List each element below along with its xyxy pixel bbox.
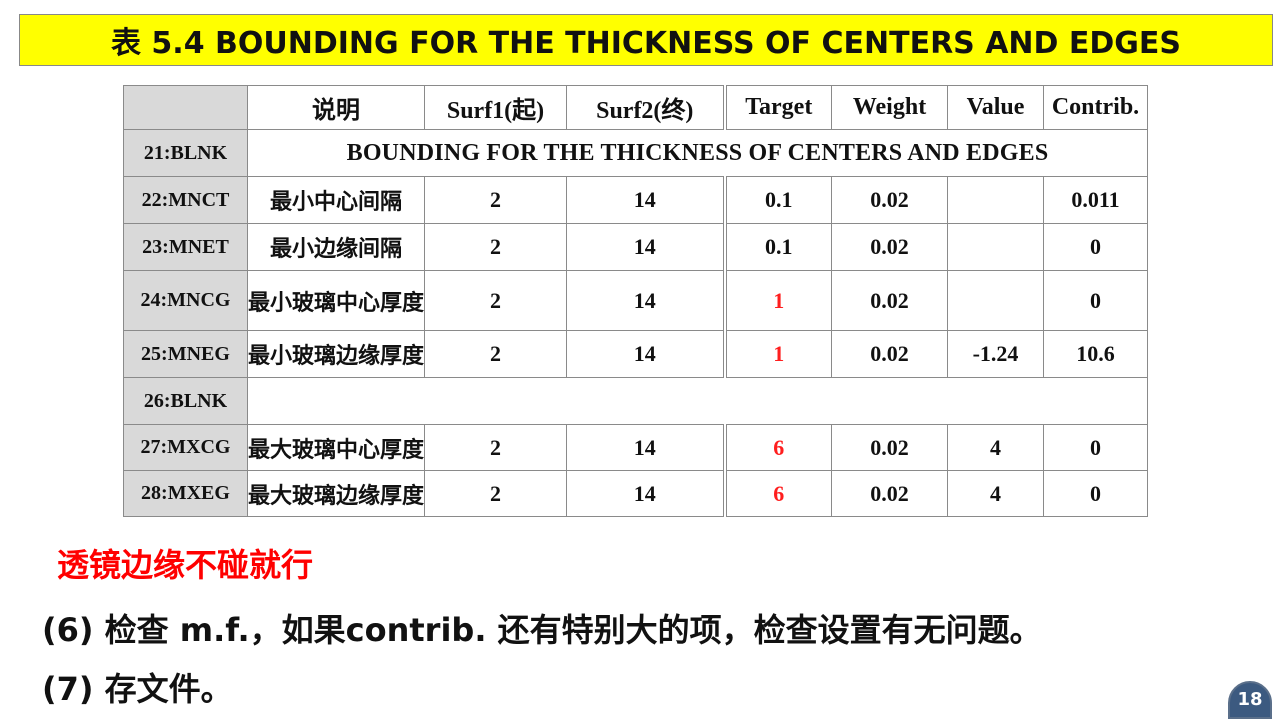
row-id: 25:MNEG [123,330,248,378]
header-target: Target [722,85,833,130]
row-value: 4 [947,424,1045,471]
header-weight: Weight [831,85,949,130]
row-surf1: 2 [424,223,568,271]
table-row: 28:MXEG 最大玻璃边缘厚度 2 14 6 0.02 4 0 [123,470,1149,517]
step-6-text: (6) 检查 m.f.，如果contrib. 还有特别大的项，检查设置有无问题。 [42,611,1042,649]
slide-title-text: 表 5.4 BOUNDING FOR THE THICKNESS OF CENT… [110,26,1182,61]
row-surf1: 2 [424,270,568,331]
row-contrib: 0 [1043,470,1149,517]
step-7-text: (7) 存文件。 [42,670,233,708]
row-id: 26:BLNK [123,377,248,425]
row-value [947,270,1045,331]
row-contrib: 0 [1043,223,1149,271]
page-number-badge: 18 [1228,681,1272,719]
row-surf2: 14 [566,470,726,517]
row-value: 4 [947,470,1045,517]
row-id: 28:MXEG [123,470,248,517]
header-contrib: Contrib. [1043,85,1149,130]
row-surf2: 14 [566,176,726,224]
row-desc: 最小玻璃边缘厚度 [246,330,426,378]
row-surf1: 2 [424,424,568,471]
row-weight: 0.02 [831,330,949,378]
header-value: Value [947,85,1045,130]
row-id: 21:BLNK [123,129,248,177]
row-desc: 最小中心间隔 [246,176,426,224]
row26-empty [246,377,1149,425]
row-value [947,223,1045,271]
red-note: 透镜边缘不碰就行 [57,546,314,584]
row-target: 0.1 [722,176,833,224]
row-surf2: 14 [566,330,726,378]
row-target-highlight: 1 [722,330,833,378]
row-value [947,176,1045,224]
row-desc: 最大玻璃中心厚度 [246,424,426,471]
row-surf1: 2 [424,470,568,517]
header-surf1: Surf1(起) [424,85,568,130]
table-row: 26:BLNK [123,377,1149,425]
row-id: 24:MNCG [123,270,248,331]
header-surf2: Surf2(终) [566,85,726,130]
row-weight: 0.02 [831,470,949,517]
slide-title: 表 5.4 BOUNDING FOR THE THICKNESS OF CENT… [19,14,1273,66]
table-row: 24:MNCG 最小玻璃中心厚度 2 14 1 0.02 0 [123,270,1149,331]
row-contrib: 0 [1043,270,1149,331]
header-desc: 说明 [246,85,426,130]
row-id: 27:MXCG [123,424,248,471]
bounding-table: 说明 Surf1(起) Surf2(终) Target Weight Value… [123,85,1149,517]
table-row: 25:MNEG 最小玻璃边缘厚度 2 14 1 0.02 -1.24 10.6 [123,330,1149,378]
header-corner [123,85,248,130]
row-desc: 最大玻璃边缘厚度 [246,470,426,517]
row-target-highlight: 6 [722,424,833,471]
row-weight: 0.02 [831,223,949,271]
row21-text: BOUNDING FOR THE THICKNESS OF CENTERS AN… [246,129,1149,177]
row-surf2: 14 [566,270,726,331]
table-row: 21:BLNK BOUNDING FOR THE THICKNESS OF CE… [123,129,1149,177]
row-surf1: 2 [424,176,568,224]
table-row: 23:MNET 最小边缘间隔 2 14 0.1 0.02 0 [123,223,1149,271]
page-number: 18 [1237,689,1263,710]
row-surf2: 14 [566,424,726,471]
row-id: 23:MNET [123,223,248,271]
table-header-row: 说明 Surf1(起) Surf2(终) Target Weight Value… [123,85,1149,130]
row-target-highlight: 1 [722,270,833,331]
row-surf2: 14 [566,223,726,271]
row-desc: 最小玻璃中心厚度 [246,270,426,331]
row-contrib: 0.011 [1043,176,1149,224]
row-weight: 0.02 [831,270,949,331]
row-value: -1.24 [947,330,1045,378]
row-contrib: 10.6 [1043,330,1149,378]
row-desc: 最小边缘间隔 [246,223,426,271]
table-row: 27:MXCG 最大玻璃中心厚度 2 14 6 0.02 4 0 [123,424,1149,471]
row-weight: 0.02 [831,176,949,224]
table-row: 22:MNCT 最小中心间隔 2 14 0.1 0.02 0.011 [123,176,1149,224]
row-surf1: 2 [424,330,568,378]
row-target-highlight: 6 [722,470,833,517]
row-contrib: 0 [1043,424,1149,471]
row-weight: 0.02 [831,424,949,471]
row-id: 22:MNCT [123,176,248,224]
row-target: 0.1 [722,223,833,271]
